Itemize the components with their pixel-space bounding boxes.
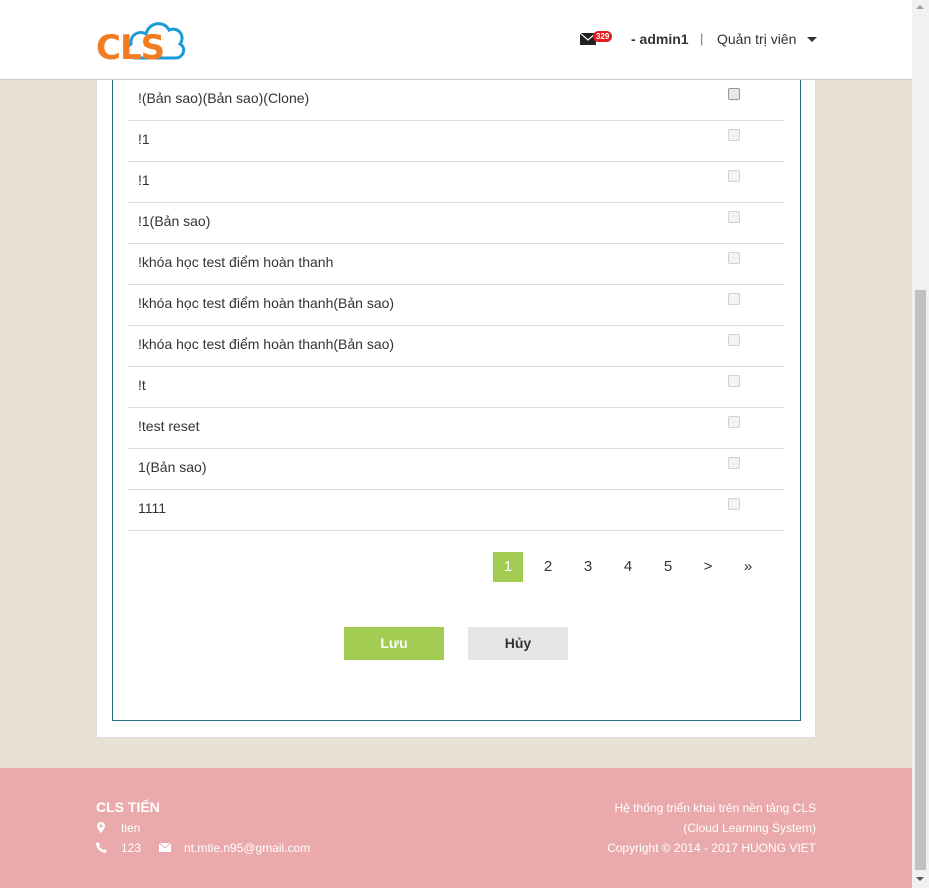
- course-name: !test reset: [138, 418, 200, 434]
- list-item: !1: [128, 121, 784, 162]
- footer-phone: 123: [121, 841, 142, 855]
- course-checkbox[interactable]: [728, 416, 740, 428]
- course-name: !khóa học test điểm hoàn thanh: [138, 254, 334, 270]
- role-dropdown[interactable]: Quản trị viên: [717, 31, 796, 47]
- phone-icon: [96, 842, 107, 853]
- top-header: CLS 329 - admin1 | Quản trị viên: [0, 0, 912, 80]
- footer: CLS TIẾN tien 123 nt.mtie.n95@gmail.com …: [0, 768, 912, 888]
- footer-title: CLS TIẾN: [96, 799, 160, 815]
- course-checkbox[interactable]: [728, 498, 740, 510]
- footer-copyright: Copyright © 2014 - 2017 HUONG VIET: [607, 841, 816, 855]
- list-item: !khóa học test điểm hoàn thanh: [128, 244, 784, 285]
- list-item: !test reset: [128, 408, 784, 449]
- course-checkbox[interactable]: [728, 375, 740, 387]
- course-name: 1(Bản sao): [138, 459, 207, 475]
- cls-logo[interactable]: CLS: [96, 14, 192, 70]
- footer-address: tien: [121, 821, 141, 835]
- course-name: 1111: [138, 500, 167, 516]
- header-separator: |: [700, 31, 704, 46]
- course-checkbox[interactable]: [728, 334, 740, 346]
- username[interactable]: - admin1: [631, 31, 689, 47]
- scrollbar-thumb[interactable]: [915, 290, 926, 870]
- list-item: 1111: [128, 490, 784, 531]
- page-5[interactable]: 5: [653, 552, 683, 582]
- footer-email[interactable]: nt.mtie.n95@gmail.com: [184, 841, 310, 855]
- chevron-down-icon[interactable]: [807, 37, 817, 42]
- logo-text: CLS: [96, 28, 165, 68]
- course-name: !1: [138, 172, 150, 188]
- page-3[interactable]: 3: [573, 552, 603, 582]
- course-checkbox[interactable]: [728, 211, 740, 223]
- envelope-icon: [159, 843, 171, 852]
- page-2[interactable]: 2: [533, 552, 563, 582]
- course-checkbox[interactable]: [728, 457, 740, 469]
- list-item: !1: [128, 162, 784, 203]
- cancel-button[interactable]: Hủy: [468, 627, 568, 660]
- course-checkbox[interactable]: [728, 252, 740, 264]
- footer-platform: Hệ thống triển khai trên nền tảng CLS: [614, 801, 816, 815]
- page-4[interactable]: 4: [613, 552, 643, 582]
- map-marker-icon: [97, 822, 105, 833]
- last-page-button[interactable]: »: [733, 552, 763, 582]
- course-checkbox[interactable]: [728, 170, 740, 182]
- page-1[interactable]: 1: [493, 552, 523, 582]
- list-item: 1(Bản sao): [128, 449, 784, 490]
- content-panel: !(Bản sao)(Bản sao)(Clone) !1 !1 !1(Bản sao…: [96, 80, 816, 738]
- course-name: !1(Bản sao): [138, 213, 211, 229]
- next-page-button[interactable]: >: [693, 552, 723, 582]
- scroll-up-icon[interactable]: [916, 5, 924, 9]
- list-item: !khóa học test điểm hoàn thanh(Bản sao): [128, 326, 784, 367]
- course-name: !1: [138, 131, 150, 147]
- course-checkbox[interactable]: [728, 129, 740, 141]
- scroll-down-icon[interactable]: [916, 877, 924, 881]
- footer-platform-name: (Cloud Learning System): [683, 821, 816, 835]
- course-list-box: !(Bản sao)(Bản sao)(Clone) !1 !1 !1(Bản sao…: [112, 80, 801, 721]
- list-item: !khóa học test điểm hoàn thanh(Bản sao): [128, 285, 784, 326]
- course-name: !(Bản sao)(Bản sao)(Clone): [138, 90, 310, 106]
- course-checkbox[interactable]: [728, 293, 740, 305]
- mail-count-badge: 329: [593, 31, 613, 42]
- vertical-scrollbar[interactable]: [912, 0, 929, 888]
- course-checkbox[interactable]: [728, 88, 740, 100]
- list-item: !(Bản sao)(Bản sao)(Clone): [128, 80, 784, 121]
- course-name: !khóa học test điểm hoàn thanh(Bản sao): [138, 336, 395, 352]
- course-name: !t: [138, 377, 146, 393]
- list-item: !1(Bản sao): [128, 203, 784, 244]
- course-name: !khóa học test điểm hoàn thanh(Bản sao): [138, 295, 395, 311]
- save-button[interactable]: Lưu: [344, 627, 444, 660]
- list-item: !t: [128, 367, 784, 408]
